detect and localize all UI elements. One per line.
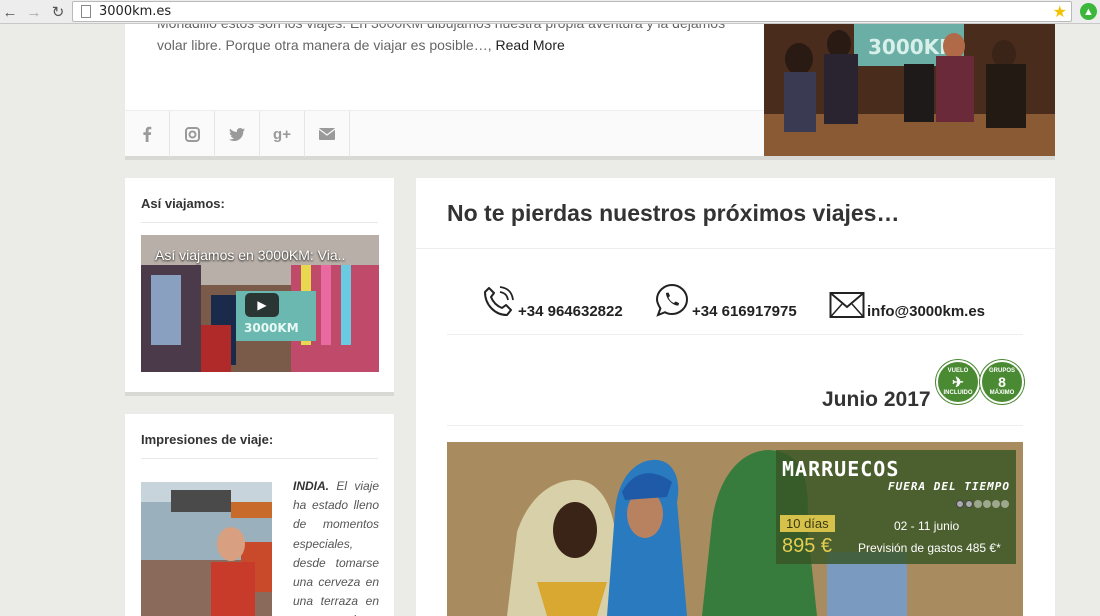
article-excerpt-text: volar libre. Porque otra manera de viaja… [157, 37, 492, 53]
envelope-icon [829, 292, 865, 318]
divider [447, 425, 1023, 426]
video-widget: Así viajamos: 3000KM Así viajamos en 300… [125, 178, 394, 392]
google-plus-icon[interactable]: g+ [260, 111, 305, 157]
upcoming-trips-card: No te pierdas nuestros próximos viajes… … [416, 178, 1055, 616]
month-heading: Junio 2017 [822, 388, 931, 411]
email-contact[interactable]: info@3000km.es [829, 290, 985, 320]
address-bar[interactable]: 3000km.es ★ [72, 1, 1072, 22]
email-address[interactable]: info@3000km.es [867, 304, 985, 320]
social-share-bar: g+ [125, 110, 764, 157]
browser-toolbar: ← → ↻ 3000km.es ★ ▲ [0, 0, 1100, 24]
article-excerpt-cut-line: Mohadillo estos son los viajes. En 3000K… [157, 24, 737, 34]
twitter-icon[interactable] [215, 111, 260, 157]
divider [141, 458, 378, 459]
group-size-number: 8 [998, 374, 1006, 390]
phone-number[interactable]: +34 964632822 [518, 304, 623, 320]
impressions-text: El viaje ha estado lleno de momentos esp… [293, 479, 379, 616]
airplane-icon: ✈ [952, 374, 964, 390]
video-widget-title: Así viajamos: [141, 196, 225, 211]
play-icon[interactable]: ▶ [245, 293, 279, 317]
flight-included-badge: VUELO ✈ INCLUIDO [936, 360, 980, 404]
video-title[interactable]: Así viajamos en 3000KM: Via.. [155, 247, 345, 263]
facebook-icon[interactable] [125, 111, 170, 157]
video-banner-text: 3000KM [244, 321, 299, 335]
whatsapp-icon [655, 283, 689, 317]
divider [447, 334, 1023, 335]
impressions-widget: Impresiones de viaje: INDIA. El viaje ha… [125, 414, 394, 616]
video-player[interactable]: 3000KM Así viajamos en 3000KM: Via.. ▶ [141, 235, 379, 372]
whatsapp-number[interactable]: +34 616917975 [692, 304, 797, 320]
impressions-widget-title: Impresiones de viaje: [141, 432, 274, 447]
impressions-photo[interactable] [141, 482, 272, 616]
trip-dates: 02 - 11 junio [894, 519, 960, 533]
trip-duration: 10 días [780, 515, 835, 532]
envelope-icon[interactable] [305, 111, 350, 157]
bookmark-star-icon[interactable]: ★ [1053, 2, 1067, 22]
divider [416, 248, 1055, 249]
back-icon[interactable]: ← [0, 2, 20, 22]
trip-rating-dots [956, 500, 1009, 508]
trip-info-overlay: MARRUECOS FUERA DEL TIEMPO 10 días 02 - … [776, 450, 1016, 564]
group-size-badge: GRUPOS 8 MÁXIMO [980, 360, 1024, 404]
whatsapp-contact[interactable]: +34 616917975 [654, 282, 797, 320]
article-card: Mohadillo estos son los viajes. En 3000K… [125, 24, 1055, 157]
trip-subtitle: FUERA DEL TIEMPO [888, 480, 1010, 493]
address-url[interactable]: 3000km.es [99, 4, 171, 19]
reload-icon[interactable]: ↻ [48, 2, 68, 22]
extension-icon[interactable]: ▲ [1080, 3, 1097, 20]
trip-price: 895 € [782, 535, 833, 557]
trip-banner-marruecos[interactable]: MARRUECOS FUERA DEL TIEMPO 10 días 02 - … [447, 442, 1023, 616]
phone-contact[interactable]: +34 964632822 [480, 284, 623, 320]
phone-icon [484, 286, 514, 316]
trip-destination: MARRUECOS [782, 457, 900, 481]
read-more-link[interactable]: Read More [496, 37, 565, 53]
page-title: No te pierdas nuestros próximos viajes… [447, 200, 900, 226]
forward-icon[interactable]: → [24, 2, 44, 22]
article-excerpt: Mohadillo estos son los viajes. En 3000K… [157, 24, 737, 56]
group-photo: 3000KM [764, 24, 1055, 156]
divider [141, 222, 378, 223]
trip-budget: Previsión de gastos 485 €* [858, 541, 1001, 555]
impressions-label: INDIA. [293, 479, 329, 493]
instagram-icon[interactable] [170, 111, 215, 157]
badge-bottom-text: INCLUIDO [943, 390, 973, 396]
badge-bottom-text: MÁXIMO [989, 390, 1015, 396]
impressions-excerpt: INDIA. El viaje ha estado lleno de momen… [293, 477, 379, 616]
page-icon [81, 5, 91, 18]
